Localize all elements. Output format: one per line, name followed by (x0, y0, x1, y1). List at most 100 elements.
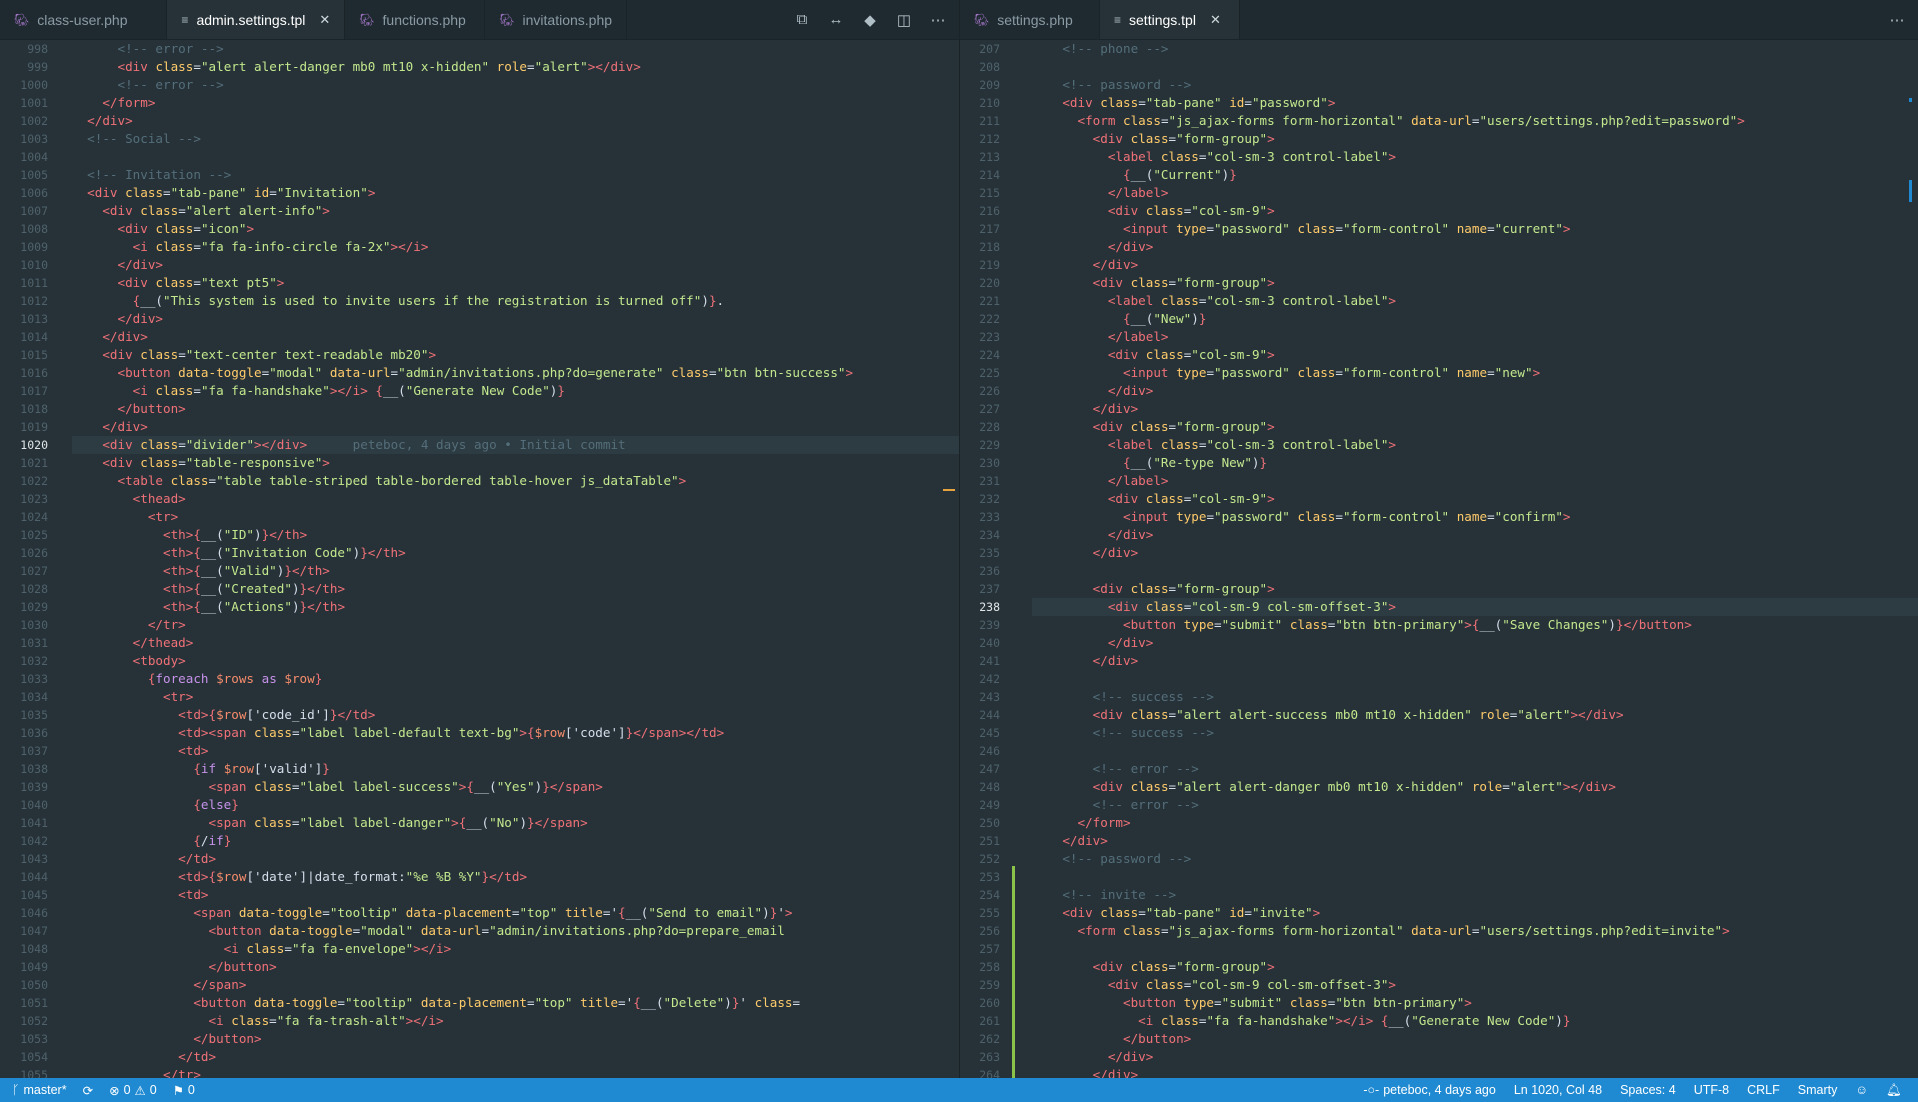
code-line[interactable]: <!-- success --> (1032, 724, 1918, 742)
code-line[interactable]: <input type="password" class="form-contr… (1032, 508, 1918, 526)
code-line[interactable]: {__("This system is used to invite users… (72, 292, 959, 310)
code-line[interactable]: <th>{__("Invitation Code")}</th> (72, 544, 959, 562)
code-line[interactable]: </tr> (72, 1066, 959, 1078)
code-line[interactable]: </div> (1032, 652, 1918, 670)
code-line[interactable] (1032, 940, 1918, 958)
code-line[interactable]: <div class="col-sm-9"> (1032, 346, 1918, 364)
code-line[interactable]: </div> (72, 328, 959, 346)
left-editor[interactable]: 998 999 1000 1001 1002 1003 1004 1005 1006 1007 10… (0, 40, 959, 1078)
code-line[interactable]: </button> (72, 1030, 959, 1048)
code-line[interactable]: <!-- password --> (1032, 850, 1918, 868)
more-actions-icon[interactable]: ⋯ (1888, 11, 1906, 29)
code-line[interactable]: <div class="icon"> (72, 220, 959, 238)
code-area[interactable]: <!-- phone --> <!-- password --> <div cl… (1032, 40, 1918, 1078)
code-line[interactable]: <td> (72, 742, 959, 760)
code-line[interactable]: <!-- invite --> (1032, 886, 1918, 904)
code-line[interactable]: <div class="col-sm-9 col-sm-offset-3"> (1032, 976, 1918, 994)
code-line[interactable] (1032, 742, 1918, 760)
code-line[interactable]: <span data-toggle="tooltip" data-placeme… (72, 904, 959, 922)
code-line[interactable]: </button> (72, 958, 959, 976)
tab-admin-settings-tpl[interactable]: ≡ admin.settings.tpl ✕ (167, 0, 346, 39)
code-line[interactable]: </div> (1032, 1048, 1918, 1066)
code-line[interactable] (1032, 670, 1918, 688)
code-line[interactable]: <div class="form-group"> (1032, 418, 1918, 436)
code-line[interactable] (1032, 868, 1918, 886)
tab-settings-tpl[interactable]: ≡ settings.tpl ✕ (1100, 0, 1240, 39)
code-line[interactable]: <input type="password" class="form-contr… (1032, 364, 1918, 382)
code-line[interactable]: <button data-toggle="modal" data-url="ad… (72, 364, 959, 382)
tab-invitations-php[interactable]: 🐘︎ invitations.php (485, 0, 628, 39)
code-line[interactable]: <i class="fa fa-info-circle fa-2x"></i> (72, 238, 959, 256)
code-line[interactable]: <input type="password" class="form-contr… (1032, 220, 1918, 238)
code-line[interactable]: {__("New")} (1032, 310, 1918, 328)
code-line[interactable]: <button type="submit" class="btn btn-pri… (1032, 616, 1918, 634)
code-line[interactable]: </span> (72, 976, 959, 994)
code-line[interactable]: <thead> (72, 490, 959, 508)
code-line[interactable]: <th>{__("Valid")}</th> (72, 562, 959, 580)
code-line[interactable]: <td> (72, 886, 959, 904)
tab-settings-php[interactable]: 🐘︎ settings.php (960, 0, 1100, 39)
sync-button[interactable]: ⟳ (83, 1083, 93, 1098)
code-line[interactable]: <div class="alert alert-danger mb0 mt10 … (72, 58, 959, 76)
code-line[interactable]: <label class="col-sm-3 control-label"> (1032, 436, 1918, 454)
code-line[interactable]: {foreach $rows as $row} (72, 670, 959, 688)
split-editor-icon[interactable]: ◫ (895, 11, 913, 29)
code-line[interactable]: <!-- error --> (72, 76, 959, 94)
code-area[interactable]: <!-- error --> <div class="alert alert-d… (72, 40, 959, 1078)
code-line[interactable]: </div> (1032, 256, 1918, 274)
code-line[interactable]: <td>{$row['date']|date_format:"%e %B %Y"… (72, 868, 959, 886)
code-line[interactable]: <tr> (72, 508, 959, 526)
code-line[interactable]: <!-- Social --> (72, 130, 959, 148)
code-line[interactable]: <table class="table table-striped table-… (72, 472, 959, 490)
indentation[interactable]: Spaces: 4 (1620, 1083, 1676, 1097)
git-blame-status[interactable]: -○- peteboc, 4 days ago (1363, 1083, 1495, 1097)
code-line[interactable]: </tr> (72, 616, 959, 634)
code-line[interactable]: <i class="fa fa-handshake"></i> {__("Gen… (1032, 1012, 1918, 1030)
close-icon[interactable]: ✕ (319, 12, 330, 28)
feedback-button[interactable]: ☺ (1855, 1083, 1868, 1097)
code-line[interactable]: </button> (72, 400, 959, 418)
problems-indicator[interactable]: ⊗ 0 ⚠ 0 (109, 1083, 157, 1098)
right-editor[interactable]: 207 208 209 210 211 212 213 214 215 216 217 218 219 2… (960, 40, 1918, 1078)
code-line[interactable]: </div> (1032, 382, 1918, 400)
code-line[interactable]: </div> (72, 256, 959, 274)
code-line[interactable]: <span class="label label-danger">{__("No… (72, 814, 959, 832)
code-line[interactable]: <div class="form-group"> (1032, 958, 1918, 976)
code-line[interactable] (72, 148, 959, 166)
cursor-position[interactable]: Ln 1020, Col 48 (1514, 1083, 1602, 1097)
open-changes-icon[interactable]: ⧉ (793, 11, 811, 28)
code-line[interactable]: </td> (72, 1048, 959, 1066)
info-indicator[interactable]: ⚑ 0 (173, 1083, 195, 1098)
code-line[interactable]: </form> (72, 94, 959, 112)
code-line[interactable]: <div class="col-sm-9 col-sm-offset-3"> (1032, 598, 1918, 616)
code-line[interactable]: <form class="js_ajax-forms form-horizont… (1032, 922, 1918, 940)
code-line[interactable]: <div class="form-group"> (1032, 130, 1918, 148)
git-branch[interactable]: ᚴ master* (12, 1083, 67, 1097)
code-line[interactable]: <div class="tab-pane" id="password"> (1032, 94, 1918, 112)
code-line[interactable]: <!-- error --> (1032, 760, 1918, 778)
close-icon[interactable]: ✕ (1210, 12, 1221, 28)
code-line[interactable] (1032, 562, 1918, 580)
code-line[interactable]: <button type="submit" class="btn btn-pri… (1032, 994, 1918, 1012)
notifications-button[interactable]: 🔔︎ (1886, 1083, 1902, 1098)
code-line[interactable]: <button data-toggle="tooltip" data-place… (72, 994, 959, 1012)
tab-functions-php[interactable]: 🐘︎ functions.php (345, 0, 486, 39)
more-actions-icon[interactable]: ⋯ (929, 11, 947, 29)
code-line[interactable]: <div class="col-sm-9"> (1032, 490, 1918, 508)
code-line[interactable]: <th>{__("Created")}</th> (72, 580, 959, 598)
code-line[interactable]: <div class="divider"></div> peteboc, 4 d… (72, 436, 959, 454)
code-line[interactable]: <td><span class="label label-default tex… (72, 724, 959, 742)
code-line[interactable]: <div class="tab-pane" id="Invitation"> (72, 184, 959, 202)
code-line[interactable]: <!-- error --> (72, 40, 959, 58)
code-line[interactable]: <th>{__("ID")}</th> (72, 526, 959, 544)
code-line[interactable]: <tr> (72, 688, 959, 706)
code-line[interactable]: <tbody> (72, 652, 959, 670)
code-line[interactable]: <label class="col-sm-3 control-label"> (1032, 148, 1918, 166)
code-line[interactable]: <div class="alert alert-danger mb0 mt10 … (1032, 778, 1918, 796)
code-line[interactable]: <div class="alert alert-info"> (72, 202, 959, 220)
code-line[interactable]: </div> (72, 112, 959, 130)
code-line[interactable]: <div class="form-group"> (1032, 580, 1918, 598)
code-line[interactable]: <th>{__("Actions")}</th> (72, 598, 959, 616)
code-line[interactable]: </div> (1032, 634, 1918, 652)
code-line[interactable]: </div> (72, 418, 959, 436)
